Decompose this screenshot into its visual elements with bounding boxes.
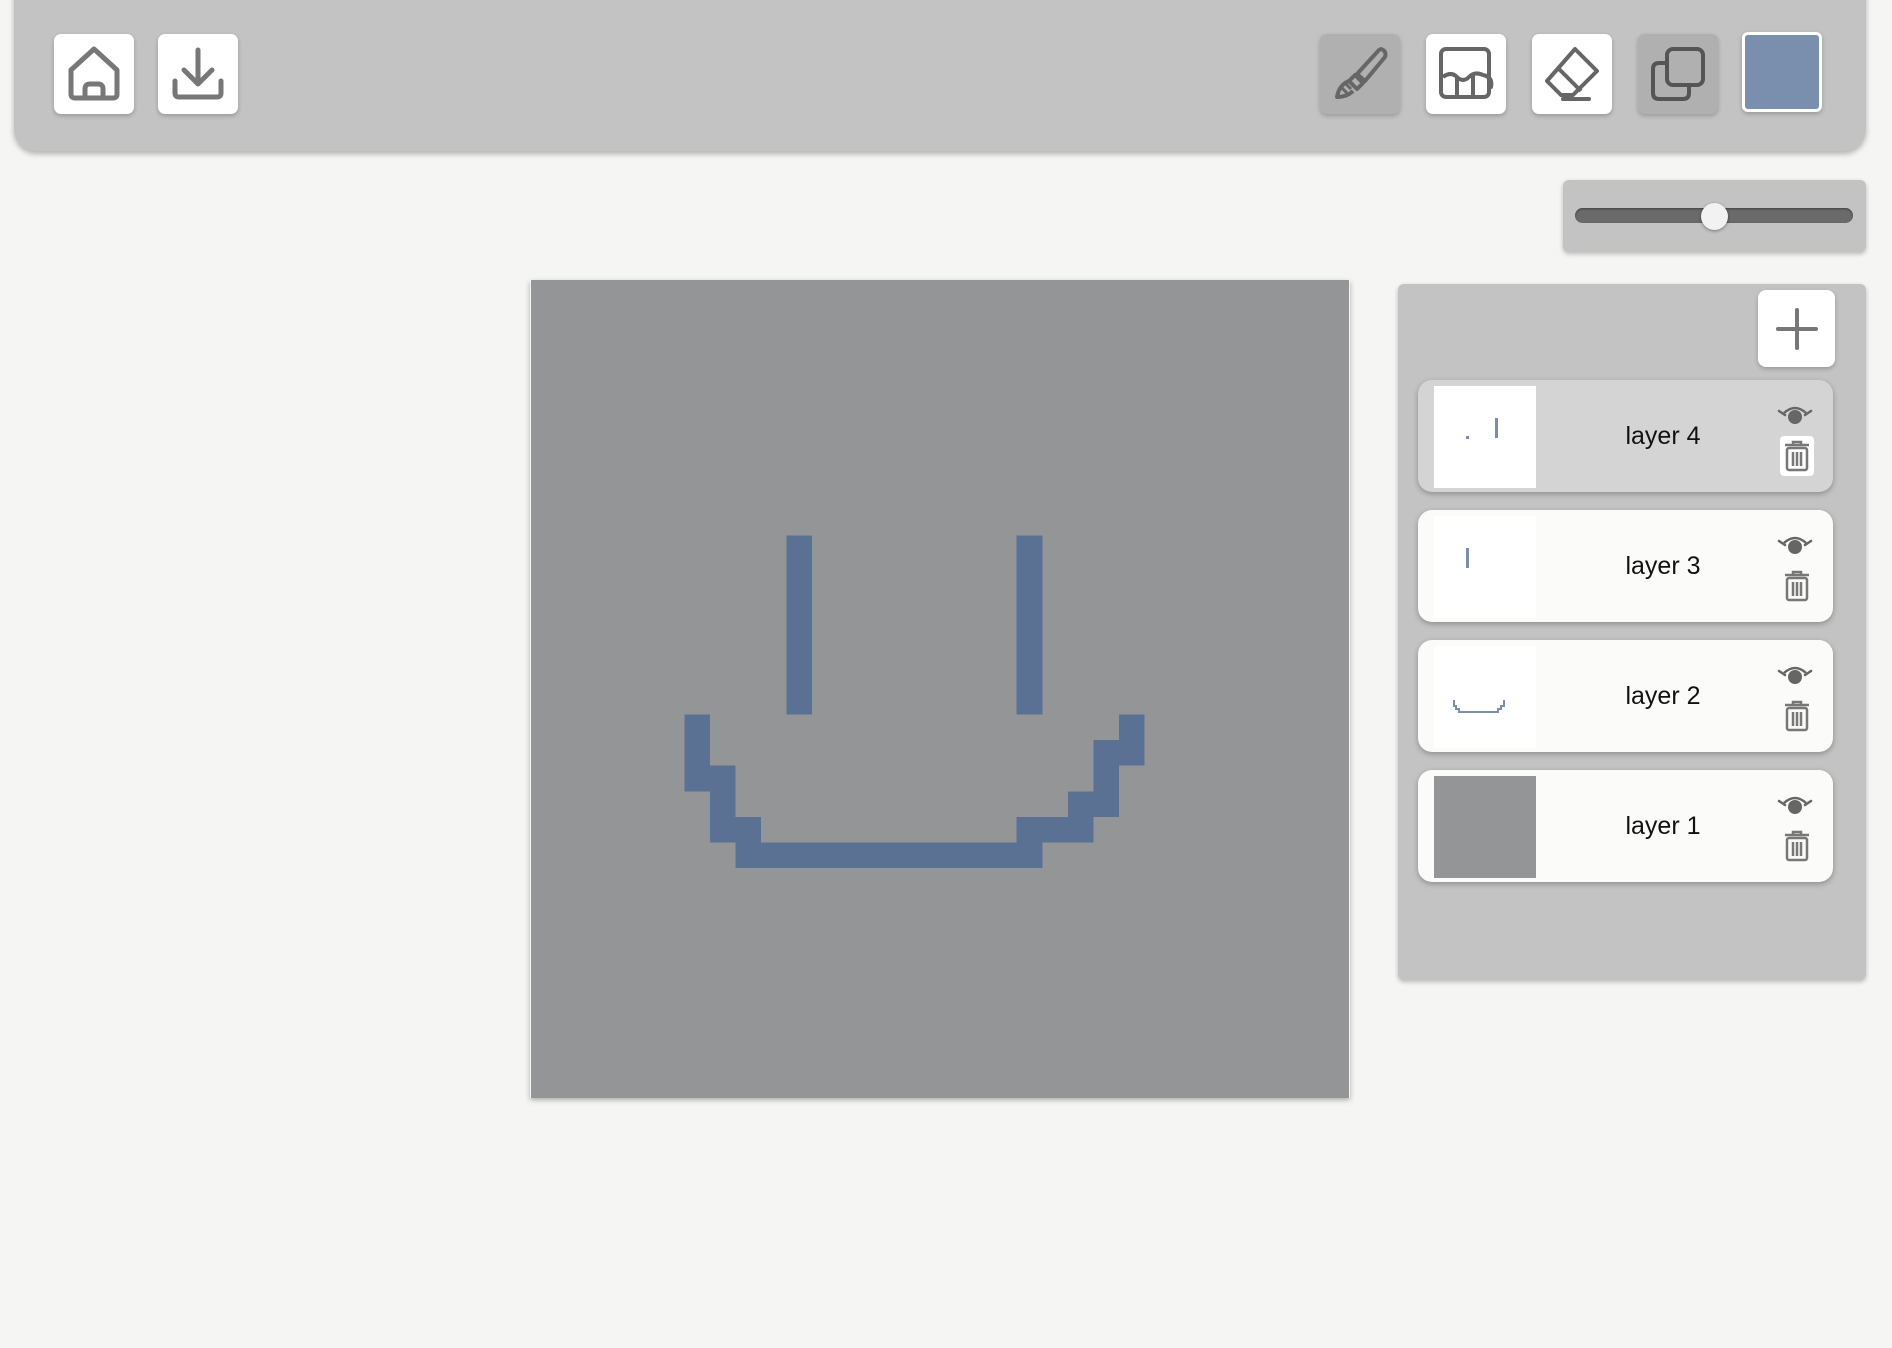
trash-icon [1785, 700, 1809, 732]
brush-size-slider-thumb[interactable] [1700, 203, 1728, 230]
delete-layer-button[interactable] [1780, 436, 1814, 476]
home-icon [68, 46, 120, 101]
left-eye-stroke [786, 535, 813, 715]
trash-icon [1785, 440, 1809, 472]
delete-layer-button[interactable] [1780, 826, 1814, 866]
layer-name: layer 1 [1625, 812, 1701, 840]
eraser-icon [1545, 47, 1599, 101]
right-eye-stroke [1016, 535, 1043, 715]
plus-icon [1775, 307, 1818, 350]
layer-thumbnail [1434, 646, 1536, 748]
eraser-tool-button[interactable] [1532, 34, 1612, 114]
paint-bucket-icon [1439, 47, 1494, 99]
layer-name: layer 2 [1625, 682, 1701, 710]
fill-tool-button[interactable] [1426, 34, 1506, 114]
toggle-visibility-button[interactable] [1776, 792, 1814, 818]
toggle-visibility-button[interactable] [1776, 402, 1814, 428]
canvas-background [531, 280, 1349, 1098]
copy-tool-button[interactable] [1638, 34, 1718, 114]
brush-tool-button[interactable] [1320, 34, 1400, 114]
download-button[interactable] [158, 34, 238, 114]
eye-icon [1777, 406, 1813, 424]
layer-thumbnail [1434, 776, 1536, 878]
layer-thumbnail [1434, 516, 1536, 618]
trash-icon [1785, 830, 1809, 862]
layer-name: layer 4 [1625, 422, 1701, 450]
layer-item-2[interactable]: layer 2 [1418, 640, 1833, 752]
layer-item-1[interactable]: layer 1 [1418, 770, 1833, 882]
layers-panel: layer 4 layer 3 layer 2 layer 1 [1398, 284, 1866, 980]
copy-icon [1651, 47, 1705, 101]
brush-icon [1335, 47, 1388, 99]
toggle-visibility-button[interactable] [1776, 532, 1814, 558]
eye-icon [1777, 796, 1813, 814]
trash-icon [1785, 570, 1809, 602]
eye-icon [1777, 536, 1813, 554]
layer-thumbnail [1434, 386, 1536, 488]
brush-size-panel [1563, 180, 1866, 252]
layer-item-4[interactable]: layer 4 [1418, 380, 1833, 492]
home-button[interactable] [54, 34, 134, 114]
top-toolbar [14, 0, 1866, 151]
drawing-canvas[interactable] [530, 280, 1350, 1098]
delete-layer-button[interactable] [1780, 566, 1814, 606]
current-color-swatch[interactable] [1742, 32, 1822, 112]
toggle-visibility-button[interactable] [1776, 662, 1814, 688]
eye-icon [1777, 666, 1813, 684]
download-icon [172, 47, 224, 100]
add-layer-button[interactable] [1758, 290, 1835, 367]
layer-name: layer 3 [1625, 552, 1701, 580]
layer-item-3[interactable]: layer 3 [1418, 510, 1833, 622]
delete-layer-button[interactable] [1780, 696, 1814, 736]
